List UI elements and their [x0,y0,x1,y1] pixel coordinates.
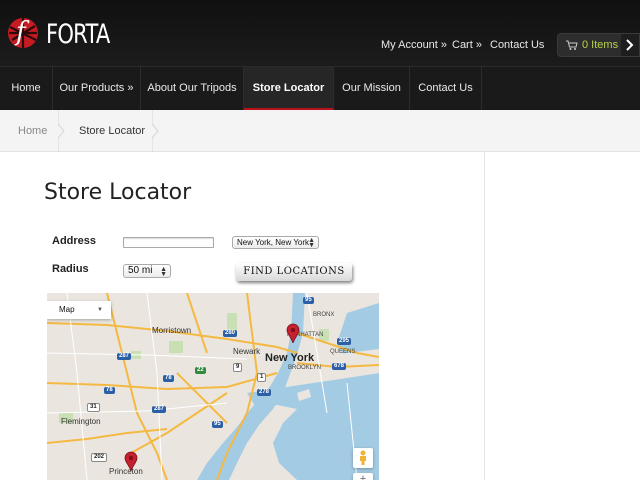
my-account-link[interactable]: My Account » [381,39,447,51]
highway-shield: 202 [91,453,108,462]
page-title: Store Locator [44,180,192,205]
store-location-pin-icon[interactable] [124,451,138,471]
breadcrumb-current: Store Locator [79,125,146,137]
find-locations-button[interactable]: FIND LOCATIONS [236,263,352,281]
map-tiles [47,293,379,480]
address-label: Address [52,235,97,247]
radius-select-value: 50 mi [128,265,153,276]
site-logo[interactable]: f FORTA [4,8,110,56]
select-arrows-icon: ▲ ▼ [308,237,315,249]
map-zoom-in-button[interactable]: + [353,473,373,480]
highway-shield: 95 [212,421,223,428]
cart-link[interactable]: Cart » [452,39,482,51]
breadcrumb-separator-icon [152,110,159,152]
breadcrumb-separator-icon [58,110,65,152]
main-navigation: Home Our Products » About Our Tripods St… [0,66,640,110]
map-label-bronx: BRONX [313,312,335,318]
map-type-label: Map [59,305,75,314]
select-arrows-icon: ▲ ▼ [160,266,167,278]
radius-label: Radius [52,263,89,275]
highway-shield: 295 [337,338,352,345]
cart-summary-button[interactable]: 0 Items [557,33,640,57]
highway-shield: 278 [257,389,272,396]
highway-shield: 9 [233,363,243,372]
highway-shield: 287 [152,406,167,413]
location-select-value: New York, New York [237,238,310,247]
highway-shield: 1 [257,373,267,382]
highway-shield: 22 [195,367,206,374]
address-input[interactable] [123,237,214,248]
highway-shield: 31 [87,403,100,412]
breadcrumb: Home Store Locator [0,110,640,152]
site-header: f FORTA My Account » Cart » Contact Us 0… [0,0,640,66]
nav-our-mission[interactable]: Our Mission [334,67,410,110]
cart-expand-button[interactable] [621,34,639,56]
highway-shield: 287 [117,353,132,360]
map-label-morristown: Morristown [152,326,192,335]
map-type-control[interactable]: Map ▼ [47,301,111,319]
nav-home[interactable]: Home [0,67,53,110]
nav-store-locator[interactable]: Store Locator [244,67,334,110]
highway-shield: 78 [104,387,115,394]
store-map[interactable]: Map ▼ Morristown Newark New York Fleming… [47,293,379,480]
nav-our-products[interactable]: Our Products » [53,67,141,110]
logo-text: FORTA [46,19,110,50]
highway-shield: 678 [332,363,347,370]
highway-shield: 78 [163,375,174,382]
chevron-right-icon [626,39,634,51]
sidebar [484,152,640,480]
header-contact-link[interactable]: Contact Us [490,39,544,51]
highway-shield: 95 [303,297,314,304]
highway-shield: 280 [223,330,238,337]
cart-item-count: 0 Items [582,39,619,51]
dropdown-arrow-icon: ▼ [97,307,103,313]
forta-logo-mark-icon: f [8,17,38,48]
radius-select[interactable]: 50 mi ▲ ▼ [123,264,171,278]
map-label-newark: Newark [233,347,261,356]
map-label-queens: QUEENS [330,349,356,355]
pegman-icon [360,450,366,465]
map-label-brooklyn: BROOKLYN [288,365,321,371]
store-location-pin-icon[interactable] [286,323,300,343]
street-view-pegman-button[interactable] [353,448,373,468]
location-select[interactable]: New York, New York ▲ ▼ [232,236,319,249]
shopping-cart-icon [566,40,578,50]
map-label-flemington: Flemington [61,417,101,426]
nav-about-our-tripods[interactable]: About Our Tripods [141,67,244,110]
map-label-new-york: New York [265,352,315,364]
nav-contact-us[interactable]: Contact Us [410,67,482,110]
breadcrumb-home[interactable]: Home [18,110,47,152]
